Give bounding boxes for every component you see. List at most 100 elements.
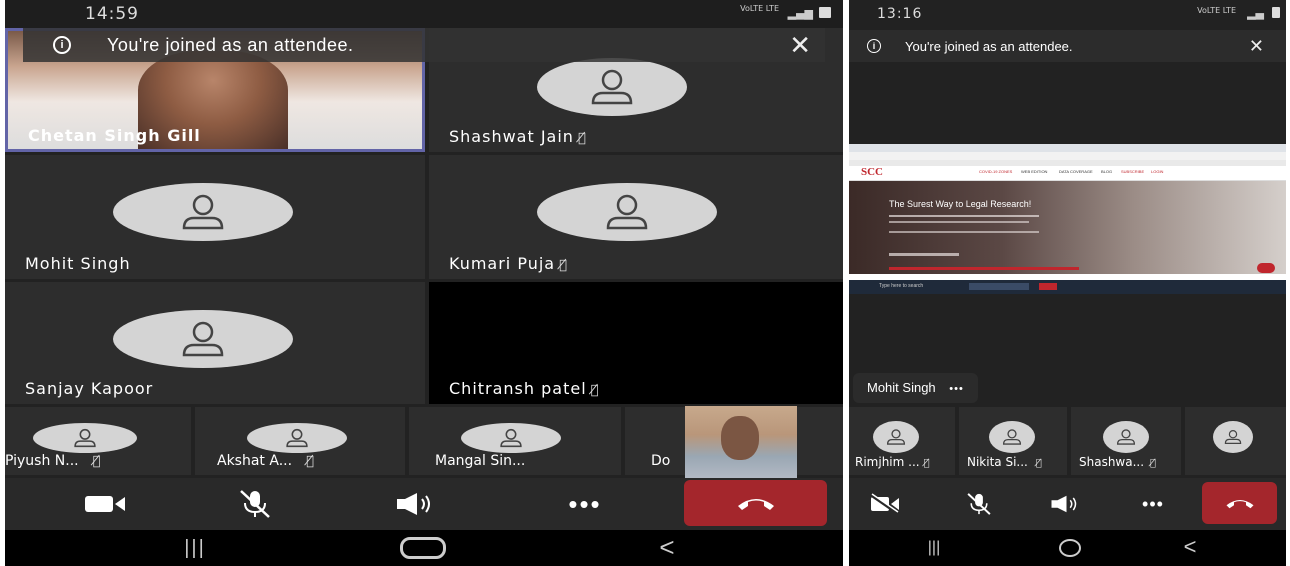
person-icon — [606, 194, 648, 230]
mic-off-icon: 🎙̸ — [559, 258, 568, 273]
participant-name: Mangal Sin... — [435, 453, 526, 469]
battery-icon — [1272, 7, 1280, 18]
close-icon[interactable]: ✕ — [789, 30, 811, 61]
hang-up-icon — [1226, 500, 1253, 509]
person-silhouette — [721, 416, 759, 460]
recents-button[interactable]: ||| — [165, 534, 225, 562]
strip-tile-rimjhim[interactable]: Rimjhim ... 🎙̸ — [849, 407, 955, 475]
network-label: VoLTE LTE — [740, 4, 779, 13]
person-icon — [591, 69, 633, 105]
person-icon — [886, 429, 906, 445]
info-icon: i — [867, 39, 881, 53]
site-header: SCC COVID-19 ZONES WEB EDITION DATA COVE… — [849, 166, 1286, 181]
participant-name: Shashwa... — [1079, 455, 1145, 469]
hero-text-line — [889, 221, 1029, 223]
camera-button[interactable] — [75, 488, 135, 520]
back-button[interactable]: < — [1165, 532, 1215, 562]
more-icon[interactable]: ••• — [949, 383, 964, 395]
speaker-button[interactable] — [385, 488, 445, 520]
hang-up-button[interactable] — [684, 480, 827, 526]
mic-off-icon — [967, 493, 991, 515]
mic-button[interactable] — [225, 488, 285, 520]
camera-button[interactable] — [863, 490, 907, 518]
back-button[interactable]: < — [637, 532, 697, 562]
recents-button[interactable]: ||| — [909, 534, 959, 562]
strip-tile-nikita[interactable]: Nikita Si... 🎙̸ — [959, 407, 1067, 475]
participant-tile-chitransh[interactable]: Chitransh patel 🎙̸ — [429, 282, 843, 404]
home-button[interactable] — [393, 534, 453, 562]
hero-progress — [889, 267, 1079, 270]
banner-text: You're joined as an attendee. — [107, 34, 354, 55]
participant-tile-sanjay[interactable]: Sanjay Kapoor — [5, 282, 425, 404]
taskbar-apps — [969, 283, 1029, 290]
site-nav-3: DATA COVERAGE — [1059, 169, 1093, 174]
participant-name-row: Shashwat Jain 🎙̸ — [449, 127, 587, 146]
taskbar-search: Type here to search — [879, 283, 924, 289]
speaker-button[interactable] — [1043, 490, 1087, 518]
status-bar: 13:16 VoLTE LTE ▂▄ — [849, 0, 1286, 28]
mic-off-icon: 🎙̸ — [1035, 458, 1042, 469]
chat-bubble-icon — [1257, 263, 1275, 273]
status-time: 13:16 — [877, 6, 923, 22]
participant-name: Kumari Puja — [449, 254, 556, 273]
site-nav-4: BLOG — [1101, 169, 1113, 174]
network-label: VoLTE LTE — [1197, 6, 1236, 15]
mic-off-icon: 🎙̸ — [306, 454, 314, 469]
strip-name-row: Nikita Si... 🎙̸ — [967, 455, 1042, 469]
more-button[interactable]: ••• — [1131, 490, 1175, 518]
shared-screen[interactable]: SCC COVID-19 ZONES WEB EDITION DATA COVE… — [849, 144, 1286, 294]
strip-tile-extra[interactable] — [1185, 407, 1286, 475]
person-icon — [1224, 430, 1242, 444]
attendee-banner: i You're joined as an attendee. ✕ — [849, 30, 1286, 62]
participant-tile-mohit[interactable]: Mohit Singh — [5, 155, 425, 279]
participant-name: Sanjay Kapoor — [25, 379, 154, 398]
camera-off-icon — [870, 493, 899, 515]
attendee-banner: i You're joined as an attendee. ✕ — [23, 28, 825, 62]
participant-name-row: Chitransh patel 🎙̸ — [449, 379, 599, 398]
signal-icon: ▂▄ — [1247, 7, 1264, 20]
right-phone-screen: 13:16 VoLTE LTE ▂▄ i You're joined as an… — [849, 0, 1286, 566]
person-icon — [182, 194, 224, 230]
person-icon — [500, 428, 522, 448]
participant-tile-kumari[interactable]: Kumari Puja 🎙̸ — [429, 155, 843, 279]
site-nav-6: LOGIN — [1151, 169, 1164, 174]
strip-tile-piyush[interactable]: Piyush N... 🎙̸ — [5, 407, 191, 475]
hero-banner: The Surest Way to Legal Research! — [849, 181, 1286, 274]
person-icon — [182, 321, 224, 357]
android-navbar: ||| < — [5, 530, 843, 566]
signal-icon: ▂▄▆ — [787, 7, 813, 20]
mic-off-icon: 🎙̸ — [1150, 458, 1157, 469]
more-icon: ••• — [568, 488, 602, 519]
avatar — [33, 423, 137, 453]
status-time: 14:59 — [85, 4, 139, 24]
site-logo: SCC — [861, 166, 884, 178]
participant-name: Do — [651, 453, 671, 469]
status-bar: 14:59 VoLTE LTE ▂▄▆ — [5, 0, 843, 28]
mic-button[interactable] — [957, 490, 1001, 518]
participant-name: Chitransh patel — [449, 379, 587, 398]
hang-up-button[interactable] — [1202, 482, 1277, 524]
browser-tabbar — [849, 144, 1286, 152]
android-navbar: ||| < — [849, 530, 1286, 566]
participant-name: Rimjhim ... — [855, 455, 920, 469]
strip-name-row: Piyush N... 🎙̸ — [5, 453, 100, 469]
strip-tile-akshat[interactable]: Akshat A... 🎙̸ — [195, 407, 405, 475]
home-button[interactable] — [1045, 534, 1095, 562]
close-icon[interactable]: ✕ — [1249, 36, 1264, 57]
camera-icon — [85, 496, 125, 512]
more-icon: ••• — [1142, 493, 1164, 514]
self-preview-video[interactable] — [685, 406, 797, 478]
mic-off-icon: 🎙̸ — [923, 458, 930, 469]
avatar — [873, 421, 919, 453]
strip-name-row: Shashwa... 🎙̸ — [1079, 455, 1156, 469]
person-icon — [1116, 429, 1136, 445]
hang-up-icon — [737, 499, 774, 510]
battery-icon — [819, 7, 831, 18]
more-button[interactable]: ••• — [555, 488, 615, 520]
taskbar-app-active — [1039, 283, 1057, 290]
strip-tile-mangal[interactable]: Mangal Sin... — [409, 407, 621, 475]
strip-name-row: Rimjhim ... 🎙̸ — [855, 455, 930, 469]
strip-tile-shashwat[interactable]: Shashwa... 🎙̸ — [1071, 407, 1181, 475]
avatar — [537, 58, 687, 116]
presenter-name: Mohit Singh — [867, 380, 936, 395]
